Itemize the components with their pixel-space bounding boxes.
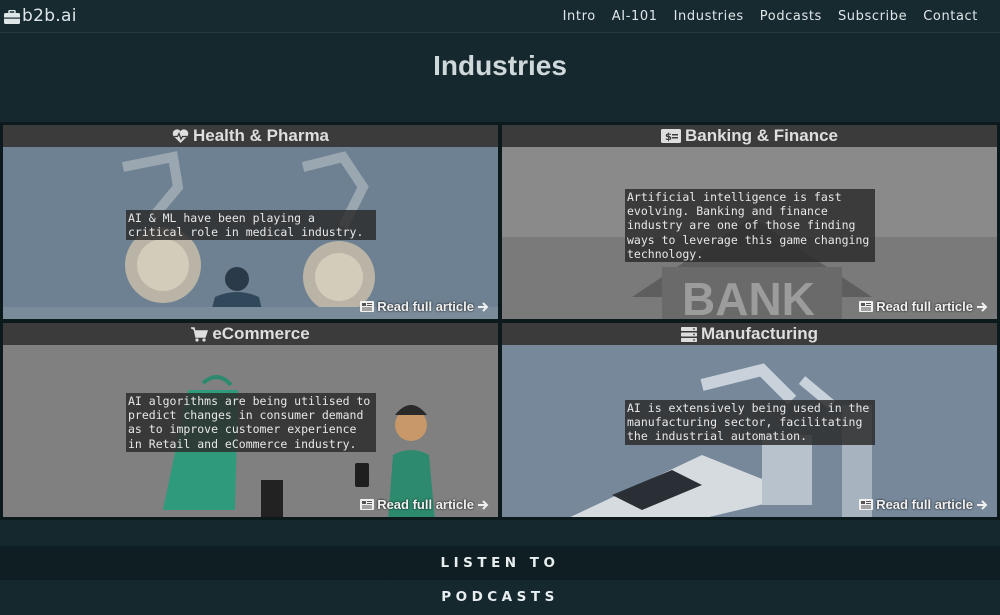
newspaper-icon xyxy=(859,301,874,312)
navbar: b2b.ai Intro AI-101 Industries Podcasts … xyxy=(0,0,1000,33)
newspaper-icon xyxy=(360,499,375,510)
read-more-link[interactable]: Read full article xyxy=(856,299,991,314)
nav-links: Intro AI-101 Industries Podcasts Subscri… xyxy=(547,9,978,24)
read-more-link[interactable]: Read full article xyxy=(357,299,492,314)
arrow-right-icon xyxy=(478,301,489,312)
card-title: Manufacturing xyxy=(700,324,819,343)
card-header: Health & Pharma xyxy=(3,125,498,147)
card-image: AI algorithms are being utilised to pred… xyxy=(3,345,498,517)
nav-podcasts[interactable]: Podcasts xyxy=(760,9,822,24)
heartbeat-icon xyxy=(172,128,189,143)
nav-ai-101[interactable]: AI-101 xyxy=(612,9,658,24)
card-image: BANK Artificial intelligence is fast evo… xyxy=(502,147,997,319)
money-bill-icon: $ xyxy=(660,129,681,143)
card-description: AI is extensively being used in the manu… xyxy=(625,400,875,445)
card-header: $ Banking & Finance xyxy=(502,125,997,147)
svg-text:$: $ xyxy=(665,132,672,143)
arrow-right-icon xyxy=(478,499,489,510)
read-more-label: Read full article xyxy=(876,497,973,512)
card-image: AI & ML have been playing a critical rol… xyxy=(3,147,498,319)
server-icon xyxy=(680,326,697,342)
nav-industries[interactable]: Industries xyxy=(674,9,744,24)
card-description: AI & ML have been playing a critical rol… xyxy=(126,210,376,241)
brand-name: b2b.ai xyxy=(22,6,77,26)
card-manufacturing[interactable]: Manufacturing AI is extensively being us… xyxy=(500,321,999,519)
briefcase-icon xyxy=(4,9,20,24)
arrow-right-icon xyxy=(977,499,988,510)
newspaper-icon xyxy=(360,301,375,312)
card-title: eCommerce xyxy=(212,324,310,343)
arrow-right-icon xyxy=(977,301,988,312)
card-image: AI is extensively being used in the manu… xyxy=(502,345,997,517)
card-description: Artificial intelligence is fast evolving… xyxy=(625,189,875,263)
card-health-pharma[interactable]: Health & Pharma AI & ML have been playin… xyxy=(1,123,500,321)
nav-contact[interactable]: Contact xyxy=(923,9,978,24)
card-title: Banking & Finance xyxy=(684,126,839,145)
nav-intro[interactable]: Intro xyxy=(563,9,596,24)
shopping-cart-icon xyxy=(191,326,209,342)
nav-subscribe[interactable]: Subscribe xyxy=(838,9,907,24)
card-banking-finance[interactable]: $ Banking & Finance BANK Artificial inte… xyxy=(500,123,999,321)
bank-sign-text: BANK xyxy=(682,273,815,319)
newspaper-icon xyxy=(859,499,874,510)
card-header: Manufacturing xyxy=(502,323,997,345)
read-more-link[interactable]: Read full article xyxy=(357,497,492,512)
listen-to-podcasts-button[interactable]: LISTEN TO PODCASTS xyxy=(386,546,614,605)
card-title: Health & Pharma xyxy=(192,126,330,145)
brand-logo[interactable]: b2b.ai xyxy=(4,6,77,26)
read-more-label: Read full article xyxy=(377,497,474,512)
industries-grid: Health & Pharma AI & ML have been playin… xyxy=(0,122,1000,520)
card-header: eCommerce xyxy=(3,323,498,345)
card-description: AI algorithms are being utilised to pred… xyxy=(126,393,376,452)
page-title: Industries xyxy=(433,50,567,81)
read-more-label: Read full article xyxy=(876,299,973,314)
read-more-link[interactable]: Read full article xyxy=(856,497,991,512)
card-ecommerce[interactable]: eCommerce AI algorithms are being utilis… xyxy=(1,321,500,519)
read-more-label: Read full article xyxy=(377,299,474,314)
